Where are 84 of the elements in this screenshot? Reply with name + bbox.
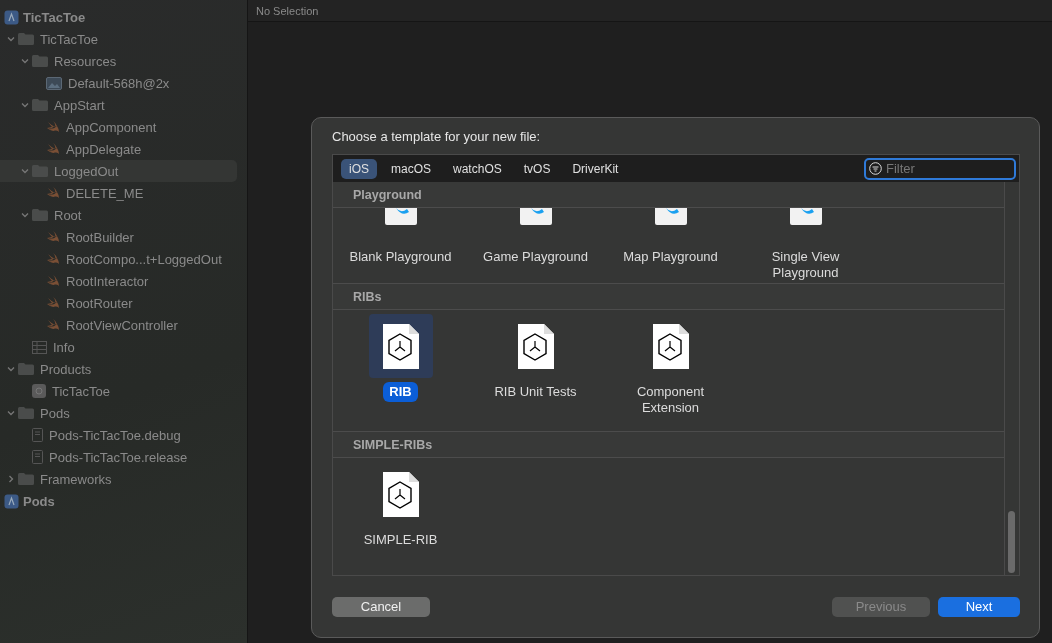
navigator-row[interactable]: AppStart xyxy=(0,94,237,116)
project-icon xyxy=(4,9,19,25)
navigator-row[interactable]: DELETE_ME xyxy=(0,182,237,204)
navigator-row[interactable]: Pods xyxy=(0,490,237,512)
section-header: Playground xyxy=(353,187,422,202)
template-name[interactable]: RIB xyxy=(383,382,418,403)
platform-tab[interactable]: watchOS xyxy=(445,158,510,179)
template-name[interactable]: Component Extension xyxy=(612,382,729,419)
swift-bird-icon xyxy=(46,297,60,309)
navigator-row[interactable]: Default-568h@2x xyxy=(0,72,237,94)
navigator-row[interactable]: RootViewController xyxy=(0,314,237,336)
playground-icon[interactable] xyxy=(789,208,822,226)
filter-field[interactable]: Filter xyxy=(864,157,1016,180)
template-name[interactable]: Game Playground xyxy=(477,247,594,268)
navigator-row[interactable]: Root xyxy=(0,204,237,226)
navigator-row[interactable]: AppDelegate xyxy=(0,138,237,160)
table-icon xyxy=(32,340,47,354)
navigator-row[interactable]: AppComponent xyxy=(0,116,237,138)
navigator-row[interactable]: Resources xyxy=(0,50,237,72)
navigator-row[interactable]: Pods-TicTacToe.debug xyxy=(0,424,237,446)
folder-icon xyxy=(32,99,48,111)
template-name[interactable]: Map Playground xyxy=(617,247,724,268)
swift-bird-icon xyxy=(46,121,60,133)
folder-icon xyxy=(18,33,34,45)
rib-template-icon[interactable] xyxy=(652,323,689,369)
platform-tab[interactable]: tvOS xyxy=(515,158,559,179)
section-header: RIBs xyxy=(353,289,382,304)
navigator-row[interactable]: Pods xyxy=(0,402,237,424)
navigator-row[interactable]: RootCompo...t+LoggedOut xyxy=(0,248,237,270)
chevron-down-icon[interactable] xyxy=(21,57,29,65)
rib-template-icon[interactable] xyxy=(382,323,419,369)
editor-status-text: No Selection xyxy=(256,4,319,17)
chevron-down-icon[interactable] xyxy=(21,101,29,109)
section-header: SIMPLE-RIBs xyxy=(353,437,433,452)
template-name[interactable]: Single View Playground xyxy=(747,247,864,284)
navigator-row[interactable]: LoggedOut xyxy=(0,160,237,182)
navigator-row[interactable]: Info xyxy=(0,336,237,358)
playground-icon[interactable] xyxy=(519,208,552,226)
folder-icon xyxy=(32,55,48,67)
rib-template-icon[interactable] xyxy=(517,323,554,369)
chevron-down-icon[interactable] xyxy=(7,365,15,373)
document-icon xyxy=(32,450,43,464)
platform-tab[interactable]: macOS xyxy=(383,158,440,179)
document-icon xyxy=(32,428,43,442)
swift-bird-icon xyxy=(46,275,60,287)
scrollbar-thumb[interactable] xyxy=(1008,511,1015,574)
template-name[interactable]: RIB Unit Tests xyxy=(488,382,583,403)
chevron-down-icon[interactable] xyxy=(7,35,15,43)
playground-icon[interactable] xyxy=(654,208,687,226)
filter-icon xyxy=(869,162,882,176)
template-name[interactable]: Blank Playground xyxy=(343,247,458,268)
navigator-row[interactable]: RootBuilder xyxy=(0,226,237,248)
dialog-title: Choose a template for your new file: xyxy=(332,129,542,146)
navigator-row[interactable]: Frameworks xyxy=(0,468,237,490)
chevron-down-icon[interactable] xyxy=(21,211,29,219)
platform-tab[interactable]: iOS xyxy=(341,158,377,179)
folder-icon xyxy=(18,407,34,419)
navigator-row[interactable]: TicTacToe xyxy=(0,380,237,402)
playground-icon[interactable] xyxy=(384,208,417,226)
folder-icon xyxy=(18,473,34,485)
folder-icon xyxy=(18,363,34,375)
dialog-button[interactable]: Next xyxy=(938,596,1020,617)
platform-tab[interactable]: DriverKit xyxy=(564,158,627,179)
swift-bird-icon xyxy=(46,143,60,155)
dialog-button[interactable]: Cancel xyxy=(332,596,430,617)
folder-icon xyxy=(32,209,48,221)
navigator-row[interactable]: RootRouter xyxy=(0,292,237,314)
chevron-down-icon[interactable] xyxy=(7,409,15,417)
rib-template-icon[interactable] xyxy=(382,471,419,517)
swift-bird-icon xyxy=(46,253,60,265)
template-name[interactable]: SIMPLE-RIB xyxy=(357,530,444,551)
project-icon xyxy=(4,493,19,509)
navigator-row[interactable]: Pods-TicTacToe.release xyxy=(0,446,237,468)
navigator-row[interactable]: Products xyxy=(0,358,237,380)
swift-bird-icon xyxy=(46,231,60,243)
chevron-right-icon[interactable] xyxy=(7,475,15,483)
swift-bird-icon xyxy=(46,319,60,331)
navigator-row[interactable]: TicTacToe xyxy=(0,28,237,50)
chevron-down-icon[interactable] xyxy=(21,167,29,175)
navigator-row[interactable]: TicTacToe xyxy=(0,6,237,28)
image-icon xyxy=(46,76,62,90)
swift-bird-icon xyxy=(46,187,60,199)
navigator-row[interactable]: RootInteractor xyxy=(0,270,237,292)
app-icon xyxy=(32,384,46,398)
